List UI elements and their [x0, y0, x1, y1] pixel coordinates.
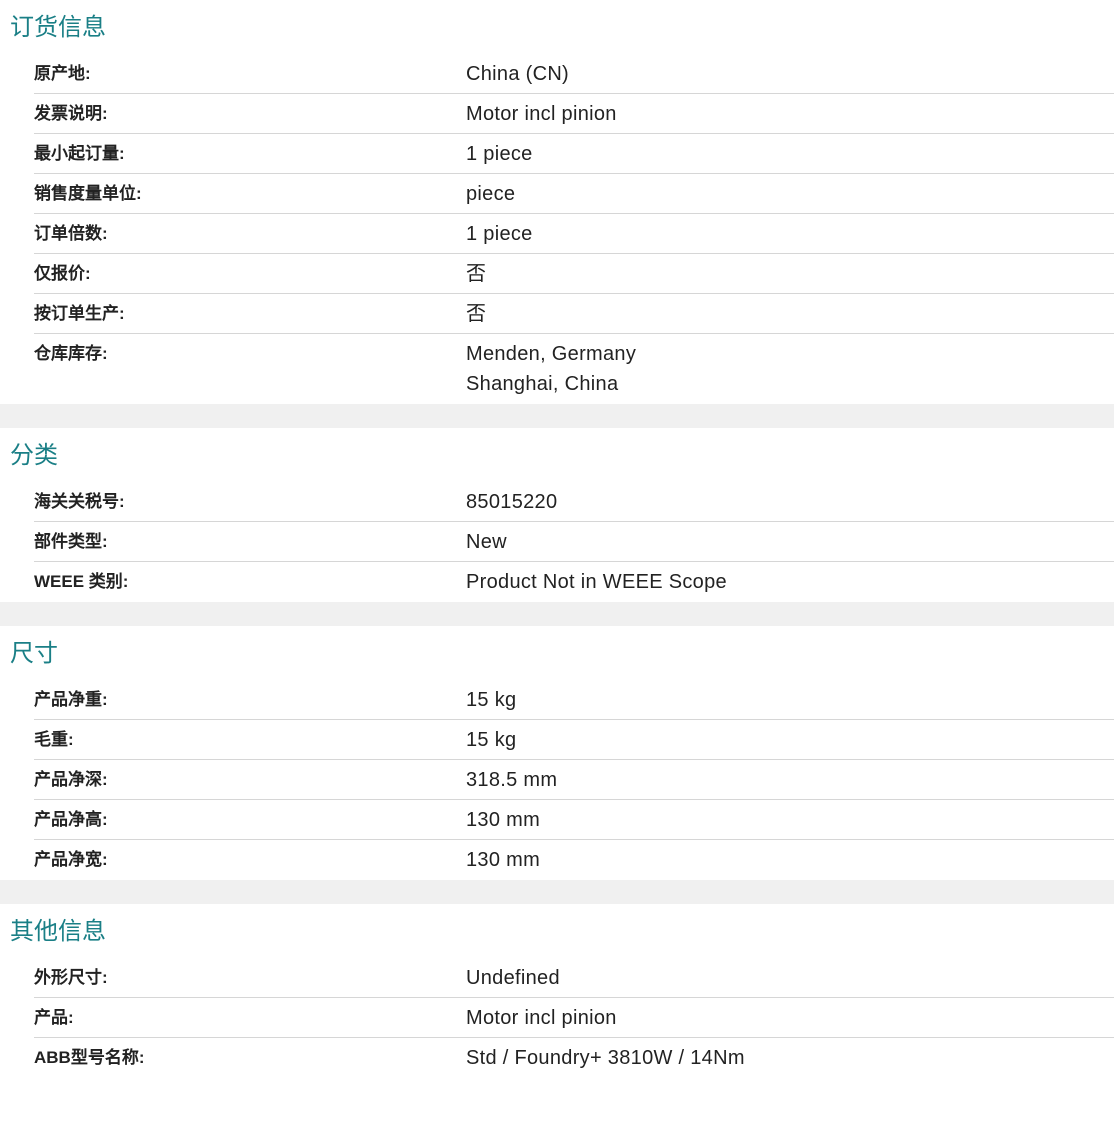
spec-row-country-of-origin: 原产地: China (CN)	[34, 54, 1114, 94]
spec-row-net-width: 产品净宽: 130 mm	[34, 840, 1114, 880]
spec-row-part-type: 部件类型: New	[34, 522, 1114, 562]
spec-value: Motor incl pinion	[466, 103, 617, 125]
spec-label: 原产地:	[34, 64, 91, 83]
spec-label: 按订单生产:	[34, 304, 125, 323]
spec-value: 130 mm	[466, 809, 541, 831]
spec-row-sales-unit: 销售度量单位: piece	[34, 174, 1114, 214]
spec-list: 产品净重: 15 kg 毛重: 15 kg 产品净深: 318.5 mm 产品净…	[0, 680, 1114, 880]
spec-label: 发票说明:	[34, 104, 108, 123]
section-additional-info: 其他信息 外形尺寸: Undefined 产品: Motor incl pini…	[0, 904, 1114, 1078]
spec-row-gross-weight: 毛重: 15 kg	[34, 720, 1114, 760]
spec-list: 原产地: China (CN) 发票说明: Motor incl pinion …	[0, 54, 1114, 404]
spec-row-quote-only: 仅报价: 否	[34, 254, 1114, 294]
spec-value: 15 kg	[466, 689, 517, 711]
section-divider	[0, 602, 1114, 626]
section-dimensions: 尺寸 产品净重: 15 kg 毛重: 15 kg 产品净深: 318.5 mm …	[0, 626, 1114, 880]
spec-value: Menden, Germany Shanghai, China	[466, 334, 1114, 399]
spec-value: 130 mm	[466, 849, 541, 871]
spec-row-weee-category: WEEE 类别: Product Not in WEEE Scope	[34, 562, 1114, 602]
spec-label: ABB型号名称:	[34, 1048, 145, 1067]
spec-label: 订单倍数:	[34, 224, 108, 243]
spec-value: 否	[466, 303, 487, 325]
spec-row-abb-type-designation: ABB型号名称: Std / Foundry+ 3810W / 14Nm	[34, 1038, 1114, 1078]
section-title: 订货信息	[10, 14, 106, 41]
spec-row-invoice-description: 发票说明: Motor incl pinion	[34, 94, 1114, 134]
spec-value: Std / Foundry+ 3810W / 14Nm	[466, 1047, 745, 1069]
spec-row-minimum-order-quantity: 最小起订量: 1 piece	[34, 134, 1114, 174]
spec-row-customs-tariff-number: 海关关税号: 85015220	[34, 482, 1114, 522]
spec-value: Motor incl pinion	[466, 1007, 617, 1029]
section-title: 尺寸	[10, 640, 58, 667]
section-title: 其他信息	[10, 918, 106, 945]
spec-label: 海关关税号:	[34, 492, 125, 511]
spec-label: 部件类型:	[34, 532, 108, 551]
spec-value: 85015220	[466, 491, 558, 513]
section-title: 分类	[10, 442, 58, 469]
spec-label: 毛重:	[34, 730, 74, 749]
spec-row-net-depth: 产品净深: 318.5 mm	[34, 760, 1114, 800]
spec-label: 仓库库存:	[34, 344, 108, 363]
warehouse-location: Shanghai, China	[466, 373, 619, 395]
spec-value: piece	[466, 183, 516, 205]
spec-label: 产品净深:	[34, 770, 108, 789]
spec-label: 产品净高:	[34, 810, 108, 829]
spec-row-order-multiple: 订单倍数: 1 piece	[34, 214, 1114, 254]
spec-label: 产品:	[34, 1008, 74, 1027]
spec-value: Product Not in WEEE Scope	[466, 571, 727, 593]
spec-label: 最小起订量:	[34, 144, 125, 163]
spec-label: 外形尺寸:	[34, 968, 108, 987]
spec-label: 销售度量单位:	[34, 184, 142, 203]
section-divider	[0, 880, 1114, 904]
spec-label: 产品净宽:	[34, 850, 108, 869]
spec-label: 仅报价:	[34, 264, 91, 283]
spec-row-net-height: 产品净高: 130 mm	[34, 800, 1114, 840]
spec-row-made-to-order: 按订单生产: 否	[34, 294, 1114, 334]
spec-value: 1 piece	[466, 223, 533, 245]
spec-row-frame-size: 外形尺寸: Undefined	[34, 958, 1114, 998]
spec-value: 1 piece	[466, 143, 533, 165]
spec-label: 产品净重:	[34, 690, 108, 709]
spec-value: 318.5 mm	[466, 769, 558, 791]
spec-value: 15 kg	[466, 729, 517, 751]
section-ordering-info: 订货信息 原产地: China (CN) 发票说明: Motor incl pi…	[0, 0, 1114, 404]
spec-value: Undefined	[466, 967, 560, 989]
spec-value: 否	[466, 263, 487, 285]
warehouse-location: Menden, Germany	[466, 343, 637, 365]
section-classifications: 分类 海关关税号: 85015220 部件类型: New WEEE 类别: Pr…	[0, 428, 1114, 602]
spec-row-product-name: 产品: Motor incl pinion	[34, 998, 1114, 1038]
spec-value: China (CN)	[466, 63, 570, 85]
spec-row-stocked-at: 仓库库存: Menden, Germany Shanghai, China	[34, 334, 1114, 404]
spec-value: New	[466, 531, 507, 553]
spec-list: 外形尺寸: Undefined 产品: Motor incl pinion AB…	[0, 958, 1114, 1078]
spec-label: WEEE 类别:	[34, 572, 129, 591]
spec-row-net-weight: 产品净重: 15 kg	[34, 680, 1114, 720]
spec-list: 海关关税号: 85015220 部件类型: New WEEE 类别: Produ…	[0, 482, 1114, 602]
section-divider	[0, 404, 1114, 428]
